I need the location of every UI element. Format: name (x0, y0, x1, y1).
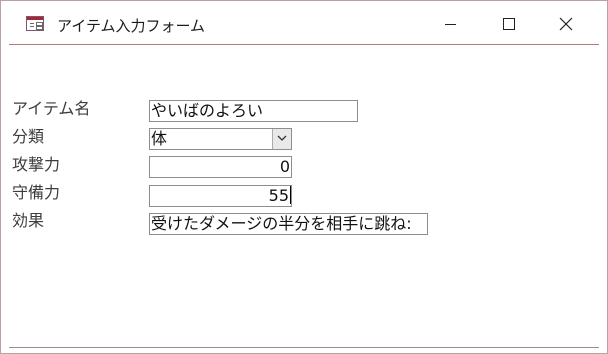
text-cursor (290, 186, 291, 204)
title-bar[interactable]: アイテム入力フォーム (1, 1, 607, 44)
form-icon[interactable] (26, 16, 44, 31)
minimize-icon (445, 24, 456, 25)
item-name-field[interactable]: やいばのよろい (149, 100, 358, 122)
form-bottom-border (9, 347, 599, 348)
close-icon (559, 17, 573, 31)
window-title: アイテム入力フォーム (57, 17, 206, 35)
defense-field[interactable]: 55 (149, 185, 292, 207)
attack-field[interactable]: 0 (149, 156, 292, 178)
title-divider (9, 44, 599, 45)
defense-label: 守備力 (12, 183, 61, 202)
category-label: 分類 (12, 127, 45, 146)
attack-value: 0 (279, 157, 290, 176)
defense-value: 55 (268, 186, 289, 205)
category-dropdown-button[interactable] (272, 129, 291, 149)
chevron-down-icon (277, 135, 287, 141)
attack-label: 攻撃力 (12, 155, 61, 174)
minimize-button[interactable] (428, 5, 474, 41)
effect-field[interactable]: 受けたダメージの半分を相手に跳ね: (149, 213, 428, 235)
effect-value: 受けたダメージの半分を相手に跳ね: (151, 214, 412, 233)
item-name-value: やいばのよろい (151, 101, 264, 120)
category-value: 体 (151, 129, 168, 148)
app-window: アイテム入力フォーム アイテム名 やいばのよろい 分類 体 攻撃力 0 守備力 … (0, 0, 608, 354)
item-name-label: アイテム名 (12, 99, 91, 118)
maximize-button[interactable] (486, 5, 532, 41)
maximize-icon (503, 18, 515, 30)
close-button[interactable] (543, 5, 589, 41)
effect-label: 効果 (12, 211, 45, 230)
category-select[interactable]: 体 (149, 128, 292, 150)
